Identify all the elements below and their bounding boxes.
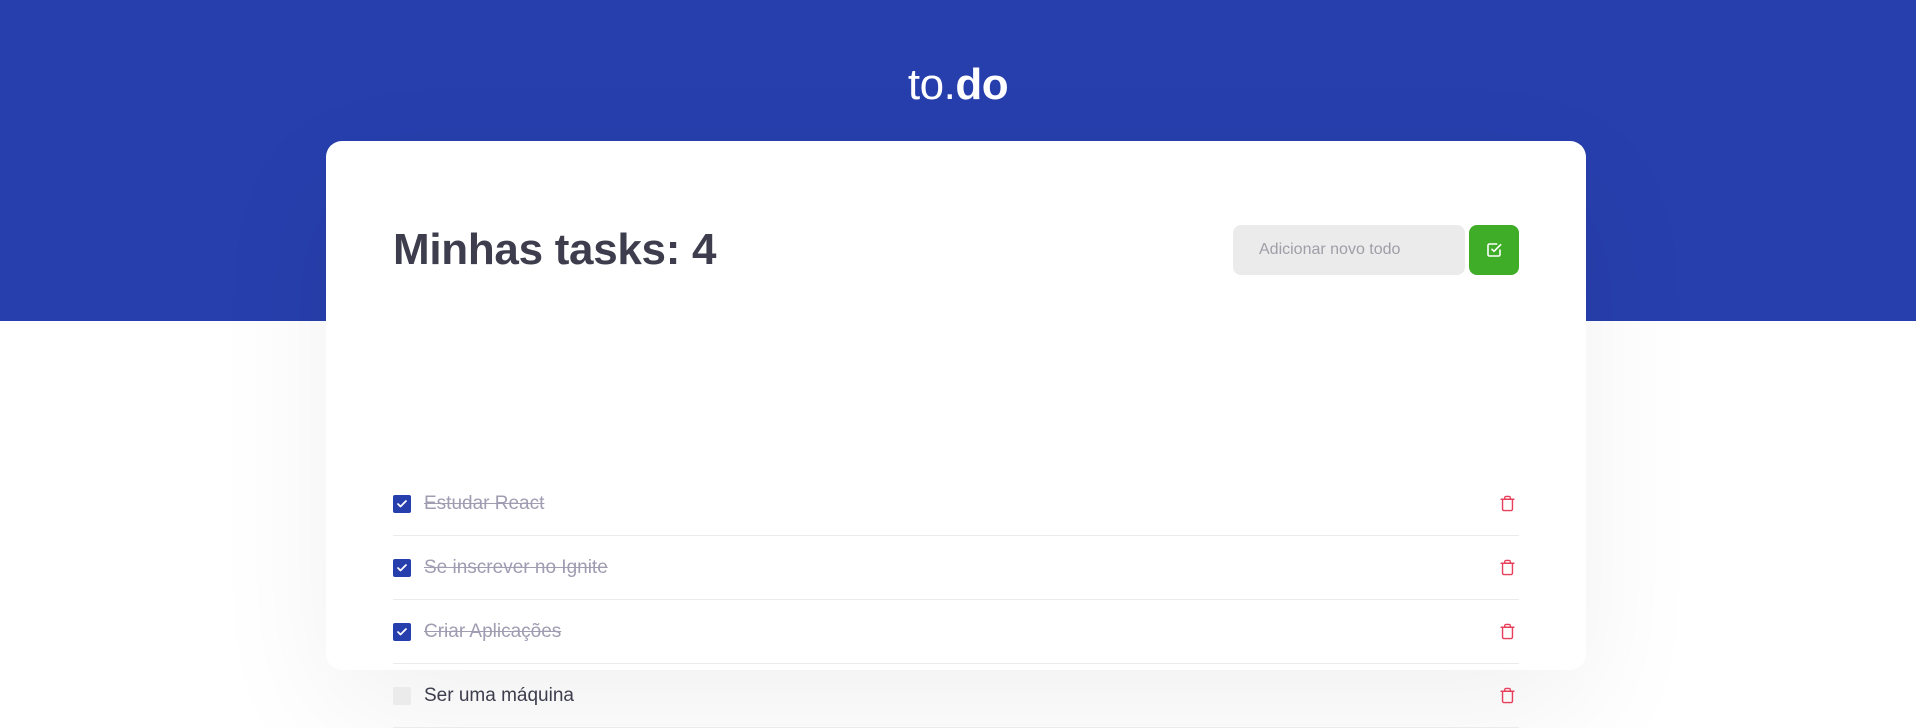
task-item: Ser uma máquina	[393, 664, 1519, 728]
tasks-header: Minhas tasks: 4	[393, 225, 1519, 275]
task-content: Criar Aplicações	[393, 621, 561, 643]
check-icon	[397, 627, 407, 635]
task-title: Estudar React	[424, 492, 545, 514]
task-item: Estudar React	[393, 472, 1519, 536]
check-icon	[397, 563, 407, 571]
task-item: Criar Aplicações	[393, 600, 1519, 664]
task-content: Estudar React	[393, 493, 544, 515]
trash-icon	[1499, 559, 1515, 576]
new-task-input[interactable]	[1233, 225, 1465, 275]
check-icon	[397, 499, 407, 507]
task-content: Ser uma máquina	[393, 685, 574, 707]
task-checkbox[interactable]	[393, 686, 411, 705]
check-square-icon	[1487, 243, 1502, 257]
delete-task-button[interactable]	[1495, 620, 1519, 644]
delete-task-button[interactable]	[1495, 556, 1519, 580]
task-title: Ser uma máquina	[424, 684, 574, 706]
delete-task-button[interactable]	[1495, 684, 1519, 708]
page-title: Minhas tasks: 4	[393, 225, 717, 274]
trash-icon	[1499, 687, 1515, 704]
task-content: Se inscrever no Ignite	[393, 557, 608, 579]
trash-icon	[1499, 495, 1515, 512]
task-checkbox[interactable]	[393, 558, 411, 577]
task-title: Se inscrever no Ignite	[424, 556, 608, 578]
logo-text-light: to.	[907, 60, 956, 109]
task-item: Se inscrever no Ignite	[393, 536, 1519, 600]
task-list: Estudar React Se inscrever no Ignite Cri…	[393, 472, 1519, 728]
task-checkbox[interactable]	[393, 494, 411, 513]
app-logo: to.do	[0, 60, 1916, 110]
new-task-form	[1233, 225, 1519, 275]
task-checkbox[interactable]	[393, 622, 411, 641]
tasks-card: Minhas tasks: 4 Estudar React	[326, 141, 1586, 728]
delete-task-button[interactable]	[1495, 492, 1519, 516]
task-title: Criar Aplicações	[424, 620, 562, 642]
add-task-button[interactable]	[1469, 225, 1519, 275]
logo-text-bold: do	[955, 60, 1009, 109]
trash-icon	[1499, 623, 1515, 640]
